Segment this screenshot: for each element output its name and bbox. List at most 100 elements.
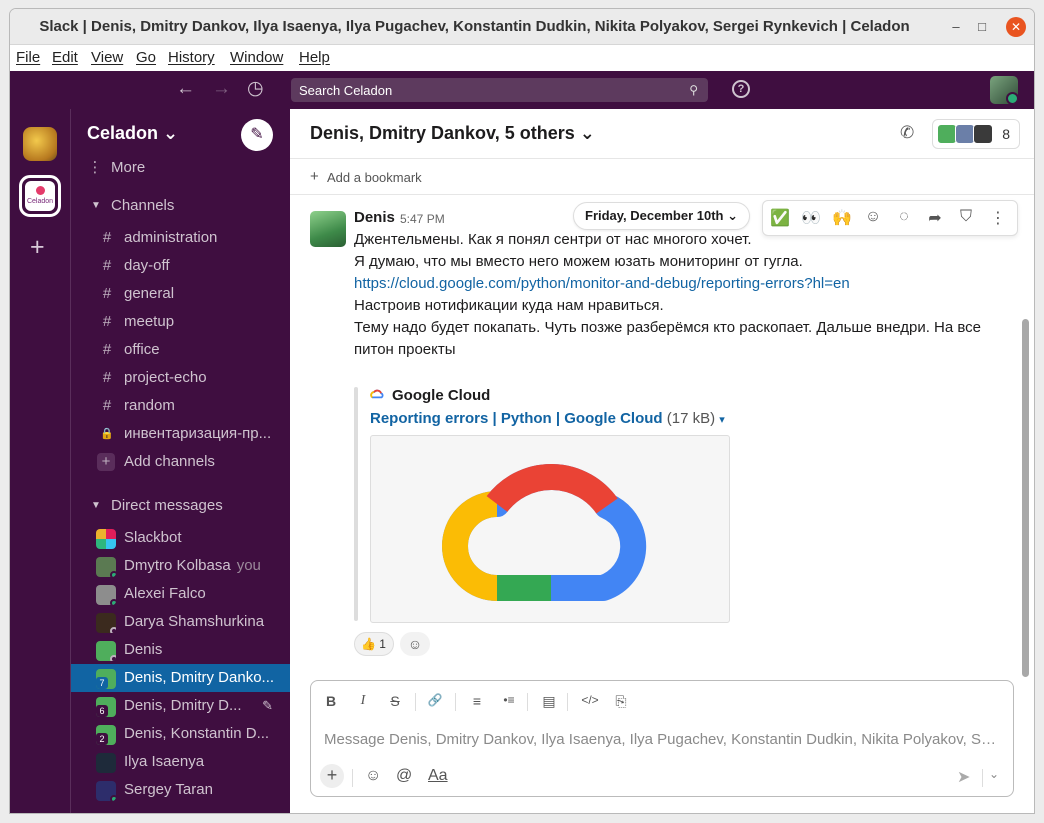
message-composer: B I S 🔗 ≡ •≡ ▤ </> ⎘ Message Denis, Dmit… xyxy=(310,680,1014,797)
minimize-button[interactable]: – xyxy=(946,17,966,37)
section-label: Direct messages xyxy=(111,497,223,514)
phone-icon[interactable]: ✆ xyxy=(900,123,914,143)
bulleted-list-icon[interactable]: •≡ xyxy=(499,693,519,707)
sidebar-item-alexei-falco[interactable]: Alexei Falco xyxy=(71,580,290,608)
workspace-celadon[interactable]: Celadon xyxy=(19,175,61,217)
sidebar-item-project-echo[interactable]: # project-echo xyxy=(71,364,290,392)
sidebar-item-label: Dmytro Kolbasa you xyxy=(124,557,261,574)
emoji-icon[interactable]: ☺ xyxy=(365,767,381,785)
message-time[interactable]: 5:47 PM xyxy=(400,212,445,226)
top-bar: ← → ◷ Search Celadon ⚲ ? xyxy=(10,71,1034,109)
mention-icon[interactable]: @ xyxy=(396,767,412,785)
reply-thread-icon[interactable]: ◌ xyxy=(893,208,915,226)
back-arrow-icon[interactable]: ← xyxy=(176,79,195,98)
attach-plus-icon[interactable]: + xyxy=(320,764,344,788)
add-channels-button[interactable]: + Add channels xyxy=(71,448,290,476)
more-actions-icon[interactable]: ⋮ xyxy=(987,208,1009,228)
blockquote-icon[interactable]: ▤ xyxy=(539,693,559,710)
menu-window[interactable]: Window xyxy=(230,49,283,66)
workspace-rail: Celadon + xyxy=(10,109,70,813)
plus-icon: + xyxy=(97,453,115,471)
sidebar-item-day-off[interactable]: # day-off xyxy=(71,252,290,280)
sidebar-item-label: инвентаризация-пр... xyxy=(124,425,272,442)
menu-go[interactable]: Go xyxy=(136,49,156,66)
sidebar-item-denis[interactable]: Denis xyxy=(71,636,290,664)
raised-hands-reaction-icon[interactable]: 🙌 xyxy=(831,208,853,228)
menu-view[interactable]: View xyxy=(91,49,123,66)
checkmark-reaction-icon[interactable]: ✅ xyxy=(769,208,791,228)
menu-edit[interactable]: Edit xyxy=(52,49,78,66)
menu-history[interactable]: History xyxy=(168,49,215,66)
link-icon[interactable]: 🔗 xyxy=(425,693,445,707)
sidebar-item-label: meetup xyxy=(124,313,175,330)
sidebar-item-group-7[interactable]: 7 Denis, Dmitry Danko... xyxy=(71,664,290,692)
sidebar-item-dmytro-kolbasa[interactable]: Dmytro Kolbasa you xyxy=(71,552,290,580)
sidebar-item-slackbot[interactable]: Slackbot xyxy=(71,524,290,552)
members-button[interactable]: 8 xyxy=(932,119,1020,149)
sidebar-item-more[interactable]: ⋮ More xyxy=(71,154,290,182)
eyes-reaction-icon[interactable]: 👀 xyxy=(800,208,822,228)
message-input[interactable]: Message Denis, Dmitry Dankov, Ilya Isaen… xyxy=(324,731,1004,748)
forward-arrow-icon[interactable]: → xyxy=(212,79,231,98)
ordered-list-icon[interactable]: ≡ xyxy=(467,693,487,709)
menu-help[interactable]: Help xyxy=(299,49,330,66)
text-format-icon[interactable]: Aa xyxy=(428,767,448,785)
sidebar-item-group-2[interactable]: 2 Denis, Konstantin D... xyxy=(71,720,290,748)
italic-icon[interactable]: I xyxy=(353,693,373,709)
message-author[interactable]: Denis xyxy=(354,209,395,226)
add-bookmark-link[interactable]: Add a bookmark xyxy=(327,170,422,185)
add-workspace-icon[interactable]: + xyxy=(30,235,45,260)
send-icon[interactable]: ➤ xyxy=(957,767,970,787)
away-status xyxy=(110,655,116,661)
code-icon[interactable]: </> xyxy=(577,693,603,707)
sidebar-item-darya[interactable]: Darya Shamshurkina xyxy=(71,608,290,636)
channel-title[interactable]: Denis, Dmitry Dankov, 5 others ⌄ xyxy=(310,123,595,144)
attachment-file-link[interactable]: Reporting errors | Python | Google Cloud… xyxy=(370,410,725,427)
add-reaction-icon[interactable]: ☺ xyxy=(862,208,884,226)
avatar[interactable] xyxy=(310,211,346,247)
bold-icon[interactable]: B xyxy=(321,693,341,709)
add-reaction-icon[interactable]: ☺ xyxy=(400,632,430,656)
search-input[interactable]: Search Celadon ⚲ xyxy=(291,78,708,102)
channels-section-header[interactable]: ▼ Channels xyxy=(71,192,290,220)
hash-icon: # xyxy=(102,369,112,386)
date-divider-button[interactable]: Friday, December 10th ⌄ xyxy=(573,202,750,230)
dm-section-header[interactable]: ▼ Direct messages xyxy=(71,492,290,520)
sidebar-item-administration[interactable]: # administration xyxy=(71,224,290,252)
workspace-name[interactable]: Celadon ⌄ xyxy=(87,123,178,144)
plus-icon[interactable]: + xyxy=(310,168,319,185)
strikethrough-icon[interactable]: S xyxy=(385,693,405,709)
window-title: Slack | Denis, Dmitry Dankov, Ilya Isaen… xyxy=(39,18,910,35)
avatar xyxy=(96,641,116,661)
google-cloud-logo-icon xyxy=(442,464,647,601)
menu-file[interactable]: File xyxy=(16,49,40,66)
help-icon[interactable]: ? xyxy=(732,80,750,98)
sidebar-item-group-6[interactable]: 6 Denis, Dmitry D... ✎ xyxy=(71,692,290,720)
compose-icon[interactable]: ✎ xyxy=(241,119,273,151)
sidebar-item-general[interactable]: # general xyxy=(71,280,290,308)
user-avatar[interactable] xyxy=(990,76,1018,104)
bookmark-icon[interactable]: ⛉ xyxy=(955,208,977,226)
sidebar-item-ilya-isaenya[interactable]: Ilya Isaenya xyxy=(71,748,290,776)
member-avatar xyxy=(973,124,993,144)
conversation-pane: Denis, Dmitry Dankov, 5 others ⌄ ✆ 8 + A… xyxy=(290,109,1034,813)
sidebar-item-random[interactable]: # random xyxy=(71,392,290,420)
sidebar-item-sergey-taran[interactable]: Sergey Taran xyxy=(71,776,290,804)
menu-bar: File Edit View Go History Window Help xyxy=(10,45,1034,70)
online-status xyxy=(110,571,116,577)
thumbs-up-reaction[interactable]: 👍 1 xyxy=(354,632,394,656)
maximize-button[interactable]: □ xyxy=(972,17,992,37)
send-options-chevron-icon[interactable]: ⌄ xyxy=(989,767,999,781)
message-link[interactable]: https://cloud.google.com/python/monitor-… xyxy=(354,275,850,292)
workspace-bitcoin-icon[interactable] xyxy=(23,127,57,161)
sidebar-item-inventory[interactable]: 🔒 инвентаризация-пр... xyxy=(71,420,290,448)
google-cloud-logo-image[interactable] xyxy=(370,435,730,623)
share-icon[interactable]: ➦ xyxy=(924,208,946,228)
sidebar-item-office[interactable]: # office xyxy=(71,336,290,364)
close-button[interactable]: ✕ xyxy=(1006,17,1026,37)
scrollbar[interactable] xyxy=(1022,319,1029,677)
sidebar-item-meetup[interactable]: # meetup xyxy=(71,308,290,336)
sidebar-item-label: project-echo xyxy=(124,369,207,386)
history-clock-icon[interactable]: ◷ xyxy=(247,79,264,98)
code-block-icon[interactable]: ⎘ xyxy=(611,693,631,710)
